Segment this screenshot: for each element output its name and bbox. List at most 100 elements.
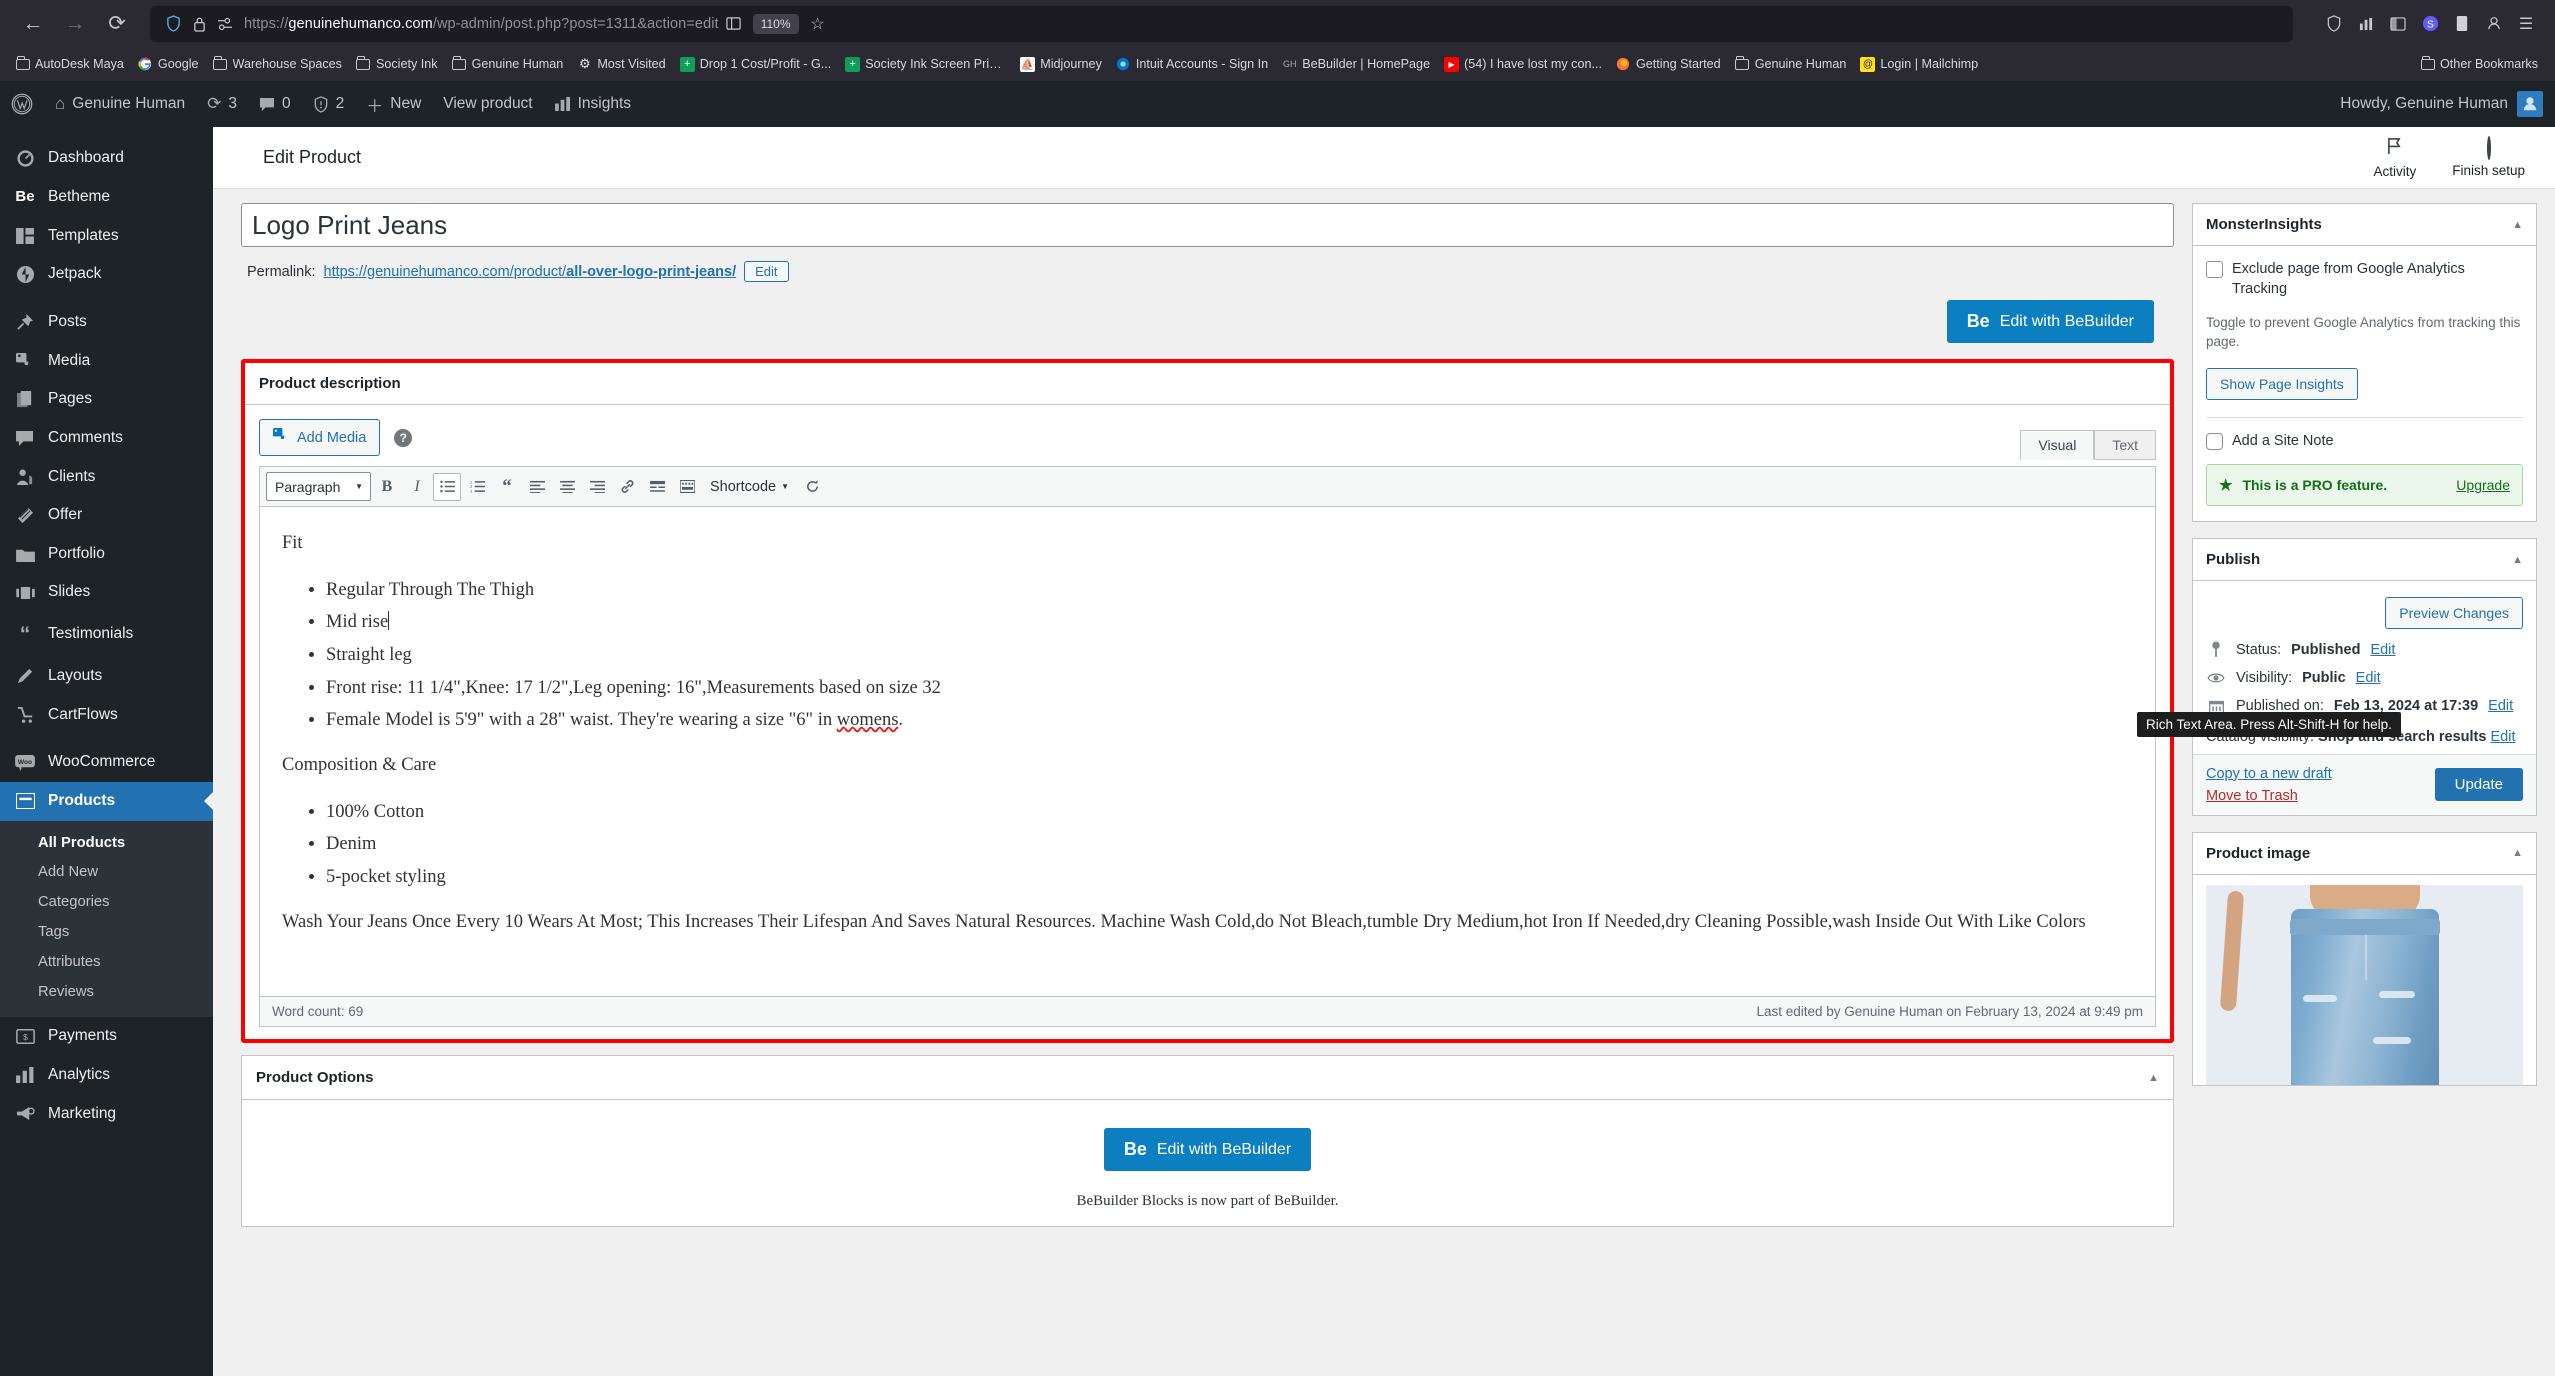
published-edit-link[interactable]: Edit	[2488, 698, 2513, 714]
paragraph-format-select[interactable]: Paragraph ▼	[266, 472, 371, 501]
options-edit-with-bebuilder-button[interactable]: Be Edit with BeBuilder	[1103, 1128, 1312, 1171]
url-bar[interactable]: https://genuinehumanco.com/wp-admin/post…	[150, 5, 2293, 42]
bookmark-star-icon[interactable]: ☆	[803, 9, 833, 39]
permalink-link[interactable]: https://genuinehumanco.com/product/all-o…	[324, 264, 737, 280]
activity-button[interactable]: Activity	[2373, 137, 2416, 179]
tab-text[interactable]: Text	[2094, 430, 2156, 460]
view-product-link[interactable]: View product	[432, 81, 543, 127]
collapse-chevron-icon[interactable]: ▲	[2512, 219, 2523, 231]
permissions-icon[interactable]	[212, 13, 238, 35]
back-button[interactable]: ←	[14, 5, 52, 43]
wp-logo-menu[interactable]	[0, 81, 44, 127]
bookmark-item[interactable]: ⚙ Most Visited	[570, 54, 672, 75]
edit-with-bebuilder-button[interactable]: Be Edit with BeBuilder	[1946, 300, 2154, 343]
sidebar-item-layouts[interactable]: Layouts	[0, 657, 213, 696]
sidebar-item-comments[interactable]: Comments	[0, 419, 213, 458]
sidebar-item-payments[interactable]: $ Payments	[0, 1017, 213, 1056]
upgrade-link[interactable]: Upgrade	[2456, 477, 2510, 493]
account-icon[interactable]	[2479, 9, 2509, 39]
site-note-row[interactable]: Add a Site Note	[2206, 432, 2523, 452]
submenu-item-tags[interactable]: Tags	[0, 918, 213, 948]
move-to-trash-link[interactable]: Move to Trash	[2206, 788, 2332, 804]
sidebar-toggle-icon[interactable]	[2383, 9, 2413, 39]
product-title-input[interactable]	[241, 203, 2174, 247]
submenu-item-reviews[interactable]: Reviews	[0, 978, 213, 1008]
sidebar-item-pages[interactable]: Pages	[0, 380, 213, 419]
collapse-chevron-icon[interactable]: ▲	[2512, 847, 2523, 859]
product-image-header[interactable]: Product image ▲	[2193, 833, 2536, 875]
align-center-icon[interactable]	[553, 473, 581, 501]
bookmark-item[interactable]: @ Login | Mailchimp	[1853, 54, 1985, 75]
sidebar-item-marketing[interactable]: Marketing	[0, 1095, 213, 1134]
bookmark-item[interactable]: Society Ink	[349, 54, 445, 75]
bookmark-item[interactable]: Warehouse Spaces	[206, 54, 349, 75]
align-right-icon[interactable]	[583, 473, 611, 501]
align-left-icon[interactable]	[523, 473, 551, 501]
sidebar-item-jetpack[interactable]: Jetpack	[0, 255, 213, 294]
copy-to-new-draft-link[interactable]: Copy to a new draft	[2206, 766, 2332, 782]
help-icon[interactable]: ?	[394, 428, 413, 447]
sidebar-item-media[interactable]: Media	[0, 342, 213, 381]
extension-icon[interactable]	[2447, 9, 2477, 39]
submenu-item-add-new[interactable]: Add New	[0, 858, 213, 888]
bookmark-item[interactable]: Intuit Accounts - Sign In	[1109, 54, 1275, 75]
sidebar-item-slides[interactable]: Slides	[0, 573, 213, 612]
bookmark-item[interactable]: ▶ (54) I have lost my con...	[1437, 54, 1609, 75]
app-menu-icon[interactable]: ☰	[2511, 9, 2541, 39]
tab-visual[interactable]: Visual	[2020, 430, 2095, 460]
updates-menu[interactable]: ⟳ 3	[196, 81, 248, 127]
refresh-icon[interactable]	[798, 473, 826, 501]
toolbar-toggle-icon[interactable]	[673, 473, 701, 501]
other-bookmarks-button[interactable]: Other Bookmarks	[2413, 54, 2545, 75]
tracking-protection-icon[interactable]	[2319, 9, 2349, 39]
submenu-item-all-products[interactable]: All Products	[0, 829, 213, 859]
comments-menu[interactable]: 0	[248, 81, 302, 127]
bookmark-item[interactable]: + Drop 1 Cost/Profit - G...	[673, 54, 839, 75]
sidebar-item-products[interactable]: Products	[0, 781, 213, 821]
product-image-thumbnail[interactable]	[2206, 884, 2523, 1085]
bookmark-item[interactable]: ⛵ Midjourney	[1013, 54, 1109, 75]
update-button[interactable]: Update	[2434, 768, 2523, 802]
exclude-tracking-checkbox[interactable]	[2206, 261, 2223, 278]
visibility-edit-link[interactable]: Edit	[2356, 670, 2381, 686]
submenu-item-attributes[interactable]: Attributes	[0, 948, 213, 978]
read-more-icon[interactable]	[643, 473, 671, 501]
show-page-insights-button[interactable]: Show Page Insights	[2206, 367, 2358, 400]
sidebar-item-clients[interactable]: Clients	[0, 458, 213, 497]
account-menu[interactable]: Howdy, Genuine Human	[2340, 91, 2555, 117]
bookmark-item[interactable]: + Society Ink Screen Prin...	[838, 54, 1013, 75]
sidebar-item-dashboard[interactable]: Dashboard	[0, 139, 213, 178]
bookmark-item[interactable]: Getting Started	[1609, 54, 1728, 75]
product-options-header[interactable]: Product Options ▲	[242, 1056, 2173, 1100]
bookmark-item[interactable]: Google	[131, 54, 206, 75]
blockquote-icon[interactable]: “	[493, 473, 521, 501]
exclude-tracking-row[interactable]: Exclude page from Google Analytics Track…	[2206, 260, 2523, 299]
catalog-edit-link[interactable]: Edit	[2490, 729, 2515, 745]
sidebar-item-testimonials[interactable]: “ Testimonials	[0, 612, 213, 657]
insights-menu[interactable]: Insights	[544, 81, 642, 127]
bookmark-item[interactable]: AutoDesk Maya	[8, 54, 131, 75]
alerts-menu[interactable]: 2	[302, 81, 356, 127]
finish-setup-button[interactable]: Finish setup	[2452, 136, 2525, 178]
sidebar-item-portfolio[interactable]: Portfolio	[0, 535, 213, 574]
new-content-menu[interactable]: ＋ New	[355, 81, 432, 127]
lock-icon[interactable]	[186, 13, 212, 35]
bookmark-item[interactable]: Genuine Human	[445, 54, 571, 75]
collapse-chevron-icon[interactable]: ▲	[2148, 1072, 2159, 1084]
publish-header[interactable]: Publish ▲	[2193, 539, 2536, 582]
shortcode-dropdown[interactable]: Shortcode ▼	[703, 479, 796, 495]
stats-icon[interactable]	[2351, 9, 2381, 39]
zoom-level-badge[interactable]: 110%	[752, 13, 799, 34]
bookmark-item[interactable]: Genuine Human	[1728, 54, 1854, 75]
sidebar-item-woocommerce[interactable]: Woo WooCommerce	[0, 743, 213, 782]
permalink-edit-button[interactable]: Edit	[744, 261, 789, 282]
link-icon[interactable]	[613, 473, 641, 501]
add-media-button[interactable]: Add Media	[259, 419, 381, 456]
numbered-list-icon[interactable]: 123	[463, 473, 491, 501]
italic-icon[interactable]: I	[403, 473, 431, 501]
bulleted-list-icon[interactable]	[433, 472, 461, 501]
bold-icon[interactable]: B	[373, 473, 401, 501]
sidebar-item-templates[interactable]: Templates	[0, 217, 213, 256]
preview-changes-button[interactable]: Preview Changes	[2385, 597, 2523, 630]
collapse-chevron-icon[interactable]: ▲	[2512, 554, 2523, 566]
